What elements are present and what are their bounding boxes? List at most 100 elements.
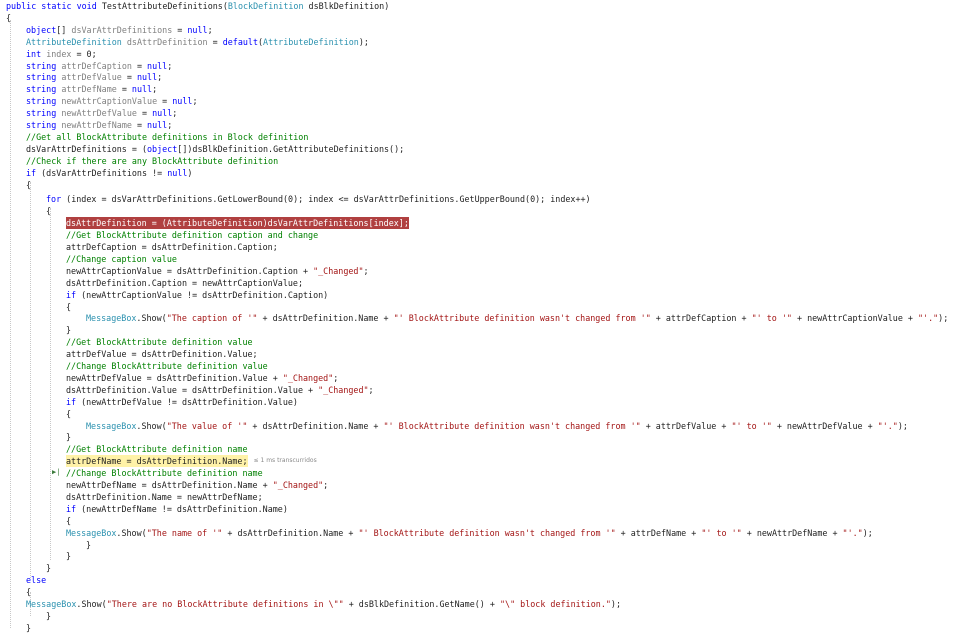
code-line[interactable]: }	[46, 610, 51, 622]
code-keyword: null	[167, 168, 188, 178]
code-token: + newAttrDefValue +	[771, 421, 878, 431]
code-editor[interactable]: public static void TestAttributeDefiniti…	[0, 0, 960, 638]
code-token: index	[46, 49, 72, 59]
code-line[interactable]: AttributeDefinition dsAttrDefinition = d…	[26, 36, 369, 48]
code-line[interactable]: for (index = dsVarAttrDefinitions.GetLow…	[46, 193, 591, 205]
code-token: .Show(	[76, 599, 107, 609]
code-line[interactable]: //Get BlockAttribute definition name	[66, 443, 248, 455]
code-line[interactable]: {	[6, 12, 11, 24]
code-token: {	[6, 13, 12, 23]
code-line[interactable]: {	[26, 179, 31, 191]
code-string: "' BlockAttribute definition wasn't chan…	[393, 313, 651, 323]
code-line[interactable]: object[] dsVarAttrDefinitions = null;	[26, 24, 213, 36]
code-line[interactable]: if (dsVarAttrDefinitions != null)	[26, 167, 192, 179]
code-line[interactable]: public static void TestAttributeDefiniti…	[6, 0, 389, 12]
code-line[interactable]: attrDefName = dsAttrDefinition.Name; ≤ 1 …	[66, 455, 317, 467]
code-line[interactable]: newAttrCaptionValue = dsAttrDefinition.C…	[66, 265, 369, 277]
code-line[interactable]: {	[66, 515, 71, 527]
code-token: newAttrCaptionValue = dsAttrDefinition.C…	[66, 266, 314, 276]
code-line[interactable]: string newAttrCaptionValue = null;	[26, 95, 197, 107]
code-line[interactable]: {	[66, 301, 71, 313]
code-token: {	[66, 516, 72, 526]
code-line[interactable]: //Change BlockAttribute definition value	[66, 360, 268, 372]
code-token: {	[46, 206, 52, 216]
code-line[interactable]: dsAttrDefinition = (AttributeDefinition)…	[66, 217, 409, 229]
code-line[interactable]: {	[46, 205, 51, 217]
code-line[interactable]: dsVarAttrDefinitions = (object [])dsBlkDe…	[26, 143, 404, 155]
code-line[interactable]: if (newAttrDefValue != dsAttrDefinition.…	[66, 396, 298, 408]
code-token: []	[56, 25, 72, 35]
code-line[interactable]: {	[66, 408, 71, 420]
code-token: newAttrDefName	[61, 120, 132, 130]
code-line[interactable]: int index = 0;	[26, 48, 97, 60]
code-line[interactable]: //Get BlockAttribute definition value	[66, 336, 253, 348]
code-token: + dsBlkDefinition.GetName() +	[343, 599, 500, 609]
code-token: attrDefName = dsAttrDefinition.Name;	[66, 455, 248, 467]
code-token: ;	[192, 96, 198, 106]
code-line[interactable]: dsAttrDefinition.Caption = newAttrCaptio…	[66, 277, 303, 289]
code-line[interactable]: }	[66, 550, 71, 562]
code-line[interactable]: }	[66, 324, 71, 336]
code-token: ;	[333, 373, 339, 383]
code-line[interactable]: attrDefCaption = dsAttrDefinition.Captio…	[66, 241, 278, 253]
code-token: .Show(	[136, 313, 167, 323]
code-keyword: null	[136, 72, 158, 82]
code-token: dsAttrDefinition.Name = newAttrDefName;	[66, 492, 263, 502]
code-line[interactable]: string newAttrDefValue = null;	[26, 107, 177, 119]
code-line[interactable]: }	[66, 431, 71, 443]
code-keyword: for	[46, 194, 62, 204]
code-string: "There are no BlockAttribute definitions…	[106, 599, 344, 609]
code-line[interactable]: string attrDefName = null;	[26, 83, 157, 95]
code-string: "' to '"	[751, 313, 792, 323]
code-line[interactable]: if (newAttrDefName != dsAttrDefinition.N…	[66, 503, 288, 515]
code-token: MessageBox	[66, 528, 117, 538]
code-token: MessageBox	[86, 421, 137, 431]
code-line[interactable]: //Change caption value	[66, 253, 177, 265]
code-token: + attrDefValue +	[640, 421, 732, 431]
code-line[interactable]: }	[86, 539, 91, 551]
code-line[interactable]: {	[26, 586, 31, 598]
code-token: newAttrDefValue = dsAttrDefinition.Value…	[66, 373, 283, 383]
code-token: [])dsBlkDefinition.GetAttributeDefinitio…	[177, 144, 405, 154]
code-token: + attrDefName +	[615, 528, 702, 538]
code-line[interactable]: //Get all BlockAttribute definitions in …	[26, 131, 308, 143]
code-string: "'."	[877, 421, 898, 431]
code-token: {	[26, 587, 32, 597]
step-arrow-icon[interactable]: ▶|	[52, 468, 60, 476]
code-comment: //Change caption value	[66, 254, 177, 264]
code-line[interactable]: MessageBox .Show("The name of '" + dsAttr…	[66, 527, 873, 539]
code-line[interactable]: //Change BlockAttribute definition name	[66, 467, 263, 479]
code-line[interactable]: //Get BlockAttribute definition caption …	[66, 229, 318, 241]
code-token: TestAttributeDefinitions(	[101, 1, 228, 11]
code-line[interactable]: //Check if there are any BlockAttribute …	[26, 155, 278, 167]
code-token: =	[121, 72, 137, 82]
code-line[interactable]: string attrDefValue = null;	[26, 71, 162, 83]
code-line[interactable]: dsAttrDefinition.Value = dsAttrDefinitio…	[66, 384, 374, 396]
code-line[interactable]: if (newAttrCaptionValue != dsAttrDefinit…	[66, 289, 328, 301]
code-comment: //Change BlockAttribute definition value	[66, 361, 268, 371]
perf-tip[interactable]: ≤ 1 ms transcurridos	[254, 455, 317, 467]
code-line[interactable]: MessageBox .Show("The caption of '" + dsA…	[86, 312, 948, 324]
code-line[interactable]: }	[26, 622, 31, 634]
code-line[interactable]: dsAttrDefinition.Name = newAttrDefName;	[66, 491, 263, 503]
code-line[interactable]: MessageBox .Show("The value of '" + dsAtt…	[86, 420, 908, 432]
code-keyword: string	[26, 120, 57, 130]
code-line[interactable]: else	[26, 574, 46, 586]
code-token: (index = dsVarAttrDefinitions.GetLowerBo…	[61, 194, 591, 204]
code-comment: //Get BlockAttribute definition value	[66, 337, 253, 347]
code-token: {	[66, 302, 72, 312]
code-string: "\" block definition."	[499, 599, 611, 609]
code-line[interactable]: string newAttrDefName = null;	[26, 119, 172, 131]
code-line[interactable]: }	[46, 562, 51, 574]
code-keyword: if	[66, 290, 77, 300]
code-token: }	[46, 611, 52, 621]
code-line[interactable]: attrDefValue = dsAttrDefinition.Value;	[66, 348, 258, 360]
code-string: "'."	[842, 528, 863, 538]
code-token: (dsVarAttrDefinitions !=	[36, 168, 168, 178]
code-token: }	[86, 540, 92, 550]
code-line[interactable]: newAttrDefName = dsAttrDefinition.Name +…	[66, 479, 328, 491]
code-line[interactable]: MessageBox .Show("There are no BlockAttri…	[26, 598, 621, 610]
code-token: =	[136, 108, 153, 118]
code-line[interactable]: newAttrDefValue = dsAttrDefinition.Value…	[66, 372, 338, 384]
code-token: );	[358, 37, 369, 47]
